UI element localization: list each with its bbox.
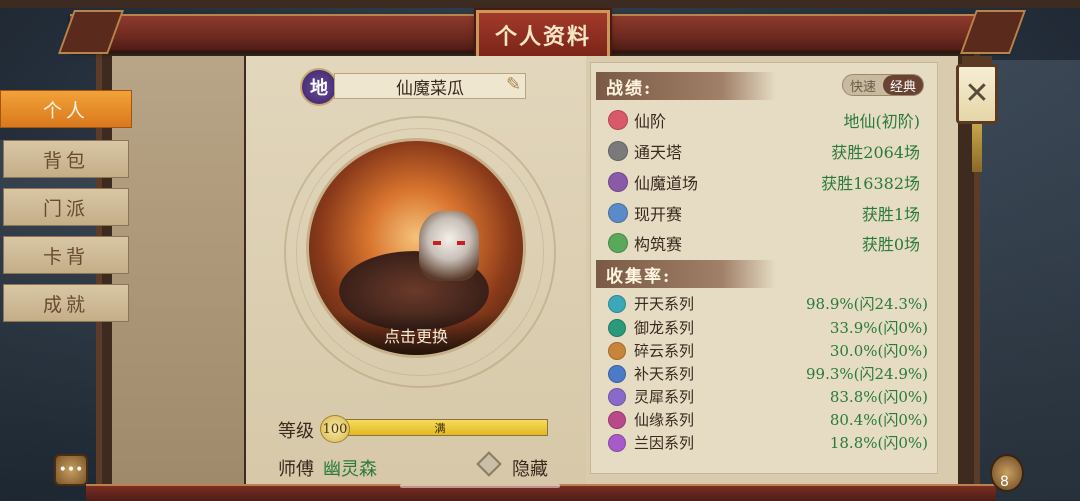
stat-value: 获胜2064场 xyxy=(831,143,920,162)
level-number: 100 xyxy=(320,415,350,443)
collection-row: 御龙系列 33.9%(闪0%) xyxy=(608,317,928,339)
level-max-text: 满 xyxy=(434,421,446,435)
player-name: 仙魔菜瓜 xyxy=(334,73,526,99)
collection-row: 补天系列 99.3%(闪24.9%) xyxy=(608,363,928,385)
stat-row: 仙魔道场 获胜16382场 xyxy=(608,169,920,195)
sidebar-item-achievements[interactable]: 成就 xyxy=(3,284,129,322)
lingxi-icon xyxy=(608,388,626,406)
avatar-beast-eye-left xyxy=(433,241,441,245)
collection-label: 开天系列 xyxy=(634,295,695,313)
collection-row: 开天系列 98.9%(闪24.3%) xyxy=(608,293,928,315)
stats-section-title: 战绩: xyxy=(596,72,776,100)
build-icon xyxy=(608,233,628,253)
level-progress-bar: 满 xyxy=(332,419,548,436)
stat-row: 现开赛 获胜1场 xyxy=(608,200,920,226)
sealed-icon xyxy=(608,203,628,223)
collection-label: 御龙系列 xyxy=(634,319,695,337)
top-rail xyxy=(0,0,1080,8)
collection-label: 灵犀系列 xyxy=(634,388,695,406)
avatar-beast-head xyxy=(419,211,479,281)
stat-value: 获胜16382场 xyxy=(821,174,920,193)
stat-value: 获胜0场 xyxy=(861,235,920,254)
master-name[interactable]: 幽灵森 xyxy=(323,455,377,481)
collection-row: 碎云系列 30.0%(闪0%) xyxy=(608,340,928,362)
avatar[interactable]: 点击更换 xyxy=(306,138,526,358)
stat-label: 仙魔道场 xyxy=(634,174,699,193)
mode-toggle[interactable]: 快速 经典 xyxy=(842,74,924,96)
mode-toggle-quick[interactable]: 快速 xyxy=(843,75,883,95)
collection-value: 80.4%(闪0%) xyxy=(829,411,928,429)
chat-icon: ••• xyxy=(58,462,84,478)
collection-label: 补天系列 xyxy=(634,365,695,383)
change-avatar-label: 点击更换 xyxy=(309,313,523,355)
suiyun-icon xyxy=(608,342,626,360)
stat-label: 通天塔 xyxy=(634,143,683,162)
stat-label: 仙阶 xyxy=(634,112,667,131)
avatar-beast-eye-right xyxy=(457,241,465,245)
sidebar-item-backpack[interactable]: 背包 xyxy=(3,140,129,178)
stat-value: 地仙(初阶) xyxy=(843,112,921,131)
stat-row: 构筑赛 获胜0场 xyxy=(608,230,920,256)
yulong-icon xyxy=(608,319,626,337)
collection-label: 碎云系列 xyxy=(634,342,695,360)
stat-row: 仙阶 地仙(初阶) xyxy=(608,107,920,133)
bag-count: 8 xyxy=(1000,474,1009,490)
stat-label: 现开赛 xyxy=(634,205,683,224)
stat-label: 构筑赛 xyxy=(634,235,683,254)
close-button[interactable]: ✕ xyxy=(956,64,998,124)
collection-label: 兰因系列 xyxy=(634,434,695,452)
collection-row: 兰因系列 18.8%(闪0%) xyxy=(608,432,928,454)
sidebar-item-personal[interactable]: 个人 xyxy=(0,90,132,128)
close-icon: ✕ xyxy=(964,76,990,111)
page-title: 个人资料 xyxy=(476,10,610,60)
stat-value: 获胜1场 xyxy=(861,205,920,224)
collection-value: 99.3%(闪24.9%) xyxy=(805,365,928,383)
collection-value: 98.9%(闪24.3%) xyxy=(805,295,928,313)
arena-icon xyxy=(608,172,628,192)
butian-icon xyxy=(608,365,626,383)
collection-value: 83.8%(闪0%) xyxy=(829,388,928,406)
lanyin-icon xyxy=(608,434,626,452)
kaitian-icon xyxy=(608,295,626,313)
collection-value: 18.8%(闪0%) xyxy=(829,434,928,452)
stat-row: 通天塔 获胜2064场 xyxy=(608,138,920,164)
collection-section-title: 收集率: xyxy=(596,260,776,288)
rank-badge: 地 xyxy=(300,68,338,106)
level-label: 等级 xyxy=(278,421,314,442)
edit-name-icon[interactable]: ✎ xyxy=(506,74,526,96)
scroll-indicator xyxy=(400,484,560,488)
sidebar-item-sect[interactable]: 门派 xyxy=(3,188,129,226)
tower-icon xyxy=(608,141,628,161)
collection-row: 仙缘系列 80.4%(闪0%) xyxy=(608,409,928,431)
hide-label: 隐藏 xyxy=(512,459,548,480)
star-icon xyxy=(608,110,628,130)
collection-value: 33.9%(闪0%) xyxy=(829,319,928,337)
collection-row: 灵犀系列 83.8%(闪0%) xyxy=(608,386,928,408)
collection-label: 仙缘系列 xyxy=(634,411,695,429)
master-label: 师傅 xyxy=(278,459,314,480)
sidebar-item-card-back[interactable]: 卡背 xyxy=(3,236,129,274)
collection-value: 30.0%(闪0%) xyxy=(829,342,928,360)
chat-button[interactable]: ••• xyxy=(54,454,88,486)
mode-toggle-classic[interactable]: 经典 xyxy=(883,75,923,95)
lantern-tassel xyxy=(972,124,982,172)
xianyuan-icon xyxy=(608,411,626,429)
